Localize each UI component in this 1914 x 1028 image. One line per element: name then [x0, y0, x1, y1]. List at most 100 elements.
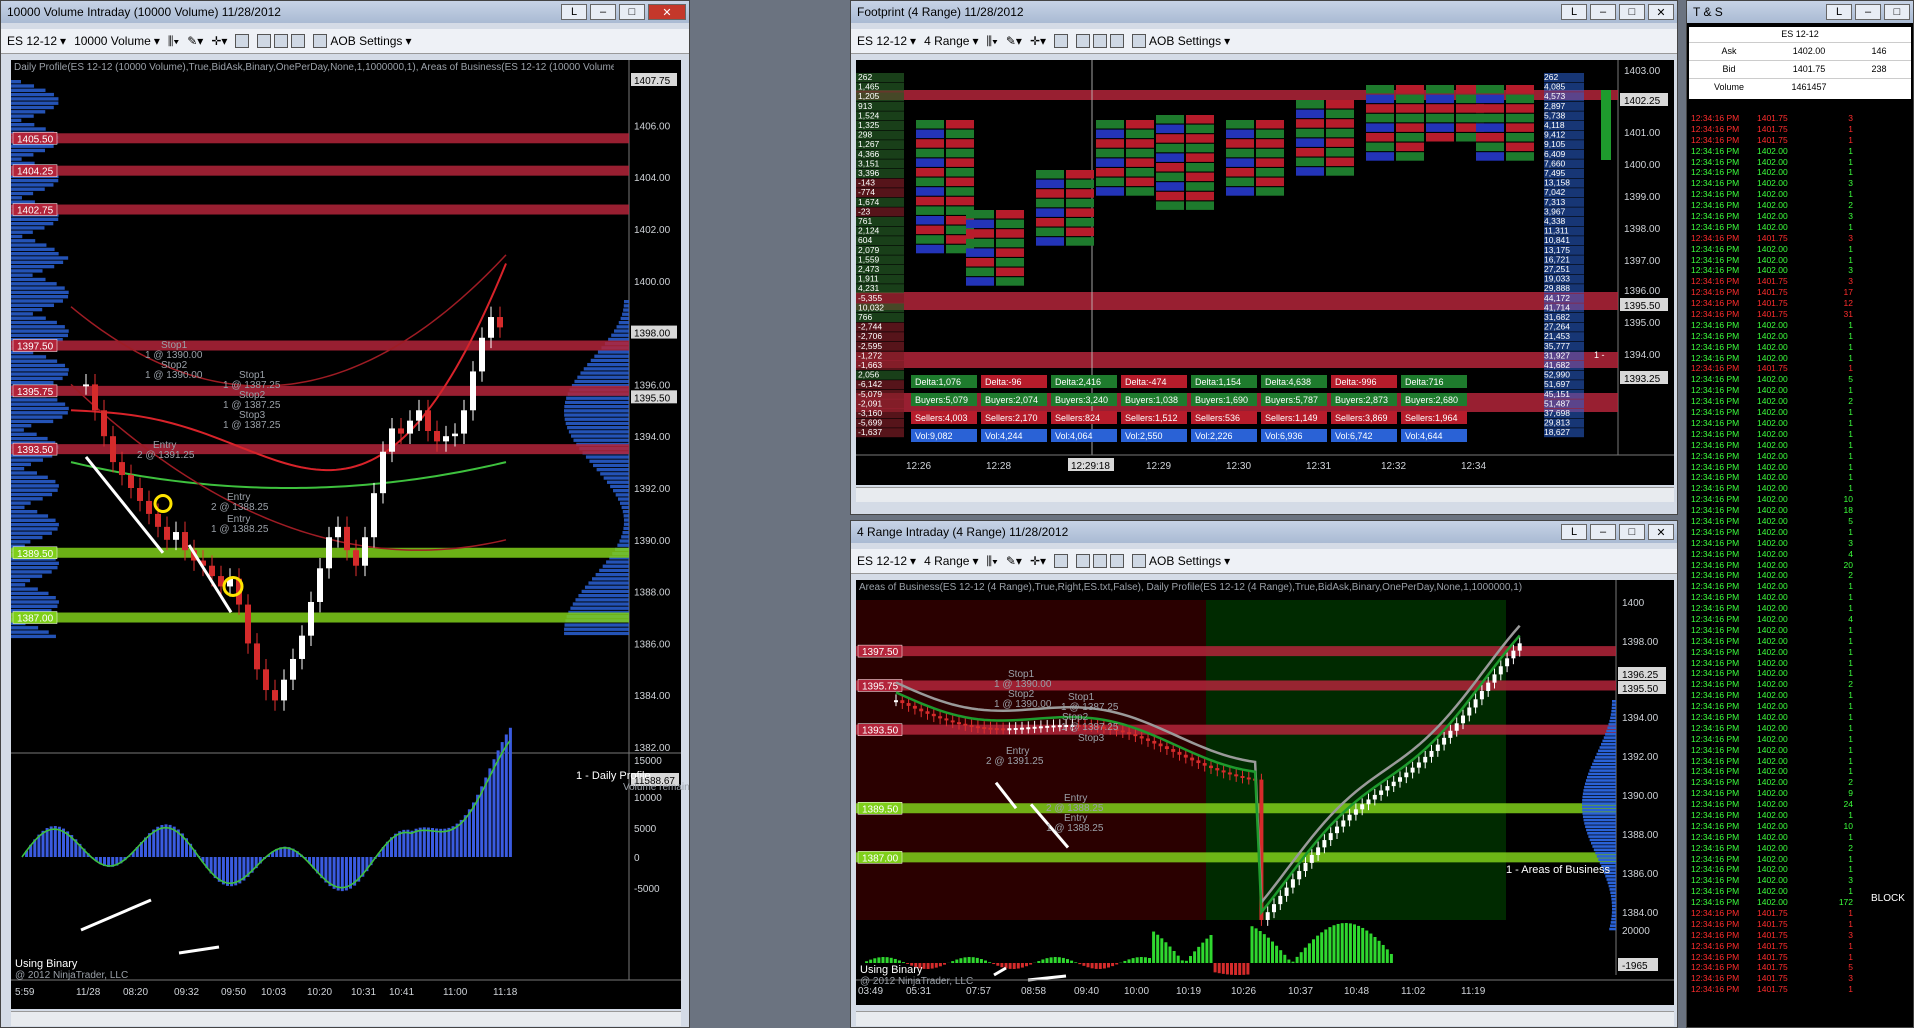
ts-list[interactable]: 12:34:16 PM 1401.75 3 12:34:16 PM 1401.75 1 12… — [1691, 113, 1911, 995]
maximize-button[interactable]: □ — [1619, 4, 1645, 20]
indicators-icon[interactable] — [257, 34, 306, 48]
profile-bar — [11, 467, 25, 471]
osc-bar — [984, 960, 987, 963]
osc-bar — [1205, 938, 1209, 963]
instrument-selector[interactable]: ES 12-12 ▾ — [857, 554, 916, 568]
zoom-icon[interactable] — [1054, 34, 1069, 48]
osc-bar — [1328, 927, 1332, 963]
crosshair-icon[interactable]: ✛▾ — [1030, 34, 1046, 48]
close-button[interactable]: ✕ — [1648, 4, 1674, 20]
candle-body — [1309, 854, 1314, 863]
profile-bar — [11, 148, 45, 153]
window-volume-intraday[interactable]: 10000 Volume Intraday (10000 Volume) 11/… — [0, 0, 690, 1028]
window-time-and-sales[interactable]: T & S L – □ ES 12-12 Ask 1402.00 146 Bid… — [1686, 0, 1914, 1028]
fp-ask-cell — [1126, 168, 1154, 177]
close-button[interactable]: ✕ — [1648, 524, 1674, 540]
ts-price: 1402.00 — [1757, 711, 1788, 722]
osc-bar — [885, 957, 889, 963]
maximize-button[interactable]: □ — [1619, 524, 1645, 540]
stat-value: Delta:1,154 — [1195, 377, 1241, 387]
maximize-button[interactable]: □ — [1884, 4, 1910, 20]
instrument-selector[interactable]: ES 12-12 ▾ — [857, 34, 916, 48]
crosshair-icon[interactable]: ✛▾ — [1030, 554, 1046, 568]
minimize-button[interactable]: – — [590, 4, 616, 20]
main-chart-panel[interactable]: 1405.50 1404.25 1402.75 1397.50 1395.75 1393.… — [11, 60, 689, 1009]
minimize-button[interactable]: – — [1590, 4, 1616, 20]
minimize-button[interactable]: – — [1855, 4, 1881, 20]
fp-bid-cell — [1366, 152, 1394, 161]
fp-ask-cell — [996, 248, 1024, 257]
delta-value: 10,032 — [858, 302, 884, 312]
link-icon[interactable]: L — [1561, 524, 1587, 540]
link-icon[interactable]: L — [1561, 4, 1587, 20]
fp-bid-cell — [966, 277, 994, 286]
fp-bid-cell — [1476, 152, 1504, 161]
footprint-chart-panel[interactable]: 262 1,465 1,205 913 1,524 1,325 298 1,267 4,366 3… — [856, 60, 1674, 485]
minimize-button[interactable]: – — [1590, 524, 1616, 540]
order-label: 2 @ 1391.25 — [986, 756, 1044, 767]
title-bar[interactable]: Footprint (4 Range) 11/28/2012 L – □ ✕ — [851, 1, 1677, 23]
bars-icon[interactable]: ⫼▾ — [168, 34, 179, 49]
crosshair-icon[interactable]: ✛▾ — [211, 34, 227, 48]
ts-size: 1 — [1848, 450, 1853, 461]
aob-settings-button[interactable]: AOB Settings ▾ — [313, 34, 411, 48]
close-button[interactable]: ✕ — [648, 4, 686, 20]
bars-icon[interactable]: ⫼▾ — [986, 34, 997, 49]
bars-icon[interactable]: ⫼▾ — [986, 554, 997, 569]
profile-bar-right — [577, 375, 629, 379]
time-axis-label: 12:31 — [1306, 461, 1331, 472]
fp-bid-cell — [1156, 201, 1184, 210]
aob-settings-button[interactable]: AOB Settings ▾ — [1132, 554, 1230, 568]
period-selector[interactable]: 10000 Volume ▾ — [74, 34, 160, 48]
fp-ask-cell — [1126, 148, 1154, 158]
horizontal-scrollbar[interactable] — [856, 487, 1674, 502]
candle-body — [1467, 707, 1472, 716]
ts-row: 12:34:16 PM 1401.75 1 — [1691, 363, 1911, 374]
title-bar[interactable]: 10000 Volume Intraday (10000 Volume) 11/… — [1, 1, 689, 23]
candle-body — [1196, 760, 1201, 764]
ts-time: 12:34:16 PM — [1691, 211, 1740, 222]
fp-bid-cell — [1156, 143, 1184, 153]
candle-body — [434, 431, 440, 442]
aob-settings-button[interactable]: AOB Settings ▾ — [1132, 34, 1230, 48]
period-selector[interactable]: 4 Range ▾ — [924, 34, 978, 48]
pencil-icon[interactable]: ✎▾ — [1006, 34, 1022, 48]
horizontal-scrollbar[interactable] — [11, 1011, 681, 1026]
title-bar[interactable]: 4 Range Intraday (4 Range) 11/28/2012 L … — [851, 521, 1677, 543]
instrument-selector[interactable]: ES 12-12 ▾ — [7, 34, 66, 48]
zoom-icon[interactable] — [1054, 554, 1069, 568]
price-axis-label: 1386.00 — [634, 639, 671, 650]
ts-time: 12:34:16 PM — [1691, 810, 1740, 820]
ts-time: 12:34:16 PM — [1691, 951, 1740, 962]
horizontal-scrollbar[interactable] — [856, 1011, 1674, 1026]
delta-value: -2,595 — [858, 341, 882, 351]
pencil-icon[interactable]: ✎▾ — [1006, 554, 1022, 568]
window-footprint[interactable]: Footprint (4 Range) 11/28/2012 L – □ ✕ E… — [850, 0, 1678, 515]
price-axis-label: 1398.00 — [1624, 224, 1661, 235]
indicators-icon[interactable] — [1076, 554, 1125, 568]
osc-bar — [1332, 925, 1336, 963]
time-axis-label: 12:26 — [906, 461, 931, 472]
profile-bar-right — [618, 497, 629, 501]
ts-size: 4 — [1848, 548, 1853, 559]
ts-row: 12:34:16 PM 1402.00 1 — [1691, 854, 1911, 865]
ts-price: 1402.00 — [1757, 744, 1788, 755]
ts-size: 1 — [1848, 341, 1853, 352]
range-chart-panel[interactable]: 1397.50 1395.75 1393.50 1389.50 1387.00 1400 1… — [856, 580, 1674, 1005]
osc-bar — [1361, 927, 1365, 963]
title-bar[interactable]: T & S L – □ — [1687, 1, 1913, 23]
candle-body — [950, 720, 955, 723]
osc-bar — [1164, 942, 1168, 963]
window-4-range-intraday[interactable]: 4 Range Intraday (4 Range) 11/28/2012 L … — [850, 520, 1678, 1028]
indicators-icon[interactable] — [1076, 34, 1125, 48]
link-icon[interactable]: L — [561, 4, 587, 20]
delta-value: 913 — [858, 101, 872, 111]
maximize-button[interactable]: □ — [619, 4, 645, 20]
period-selector[interactable]: 4 Range ▾ — [924, 554, 978, 568]
pencil-icon[interactable]: ✎▾ — [187, 34, 203, 48]
zoom-icon[interactable] — [235, 34, 250, 48]
link-icon[interactable]: L — [1826, 4, 1852, 20]
order-label: 1 @ 1390.00 — [145, 370, 203, 381]
delta-value: 3,396 — [858, 168, 880, 178]
candle-body — [1360, 804, 1365, 810]
